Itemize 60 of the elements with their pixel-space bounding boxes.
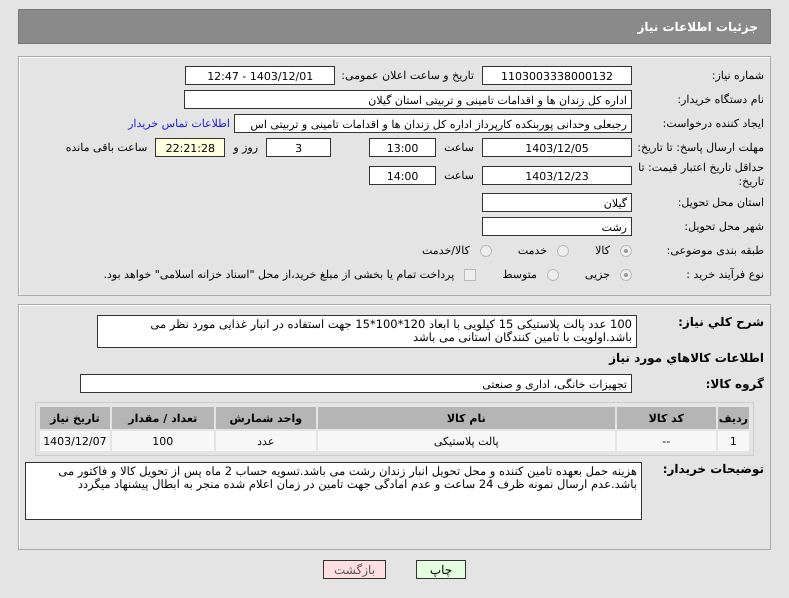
remaining-label: ساعت باقی مانده — [66, 141, 148, 154]
radio-button[interactable] — [546, 268, 559, 280]
column-header: ردیف — [718, 407, 749, 429]
table-cell: 100 — [112, 431, 214, 451]
radio-button[interactable] — [620, 244, 632, 256]
field-label: نام دستگاه خریدار: — [676, 93, 764, 106]
field-label: استان محل تحویل: — [676, 196, 764, 209]
option-label: متوسط — [502, 268, 537, 281]
option-label: کالا — [595, 244, 610, 257]
page-title: جزئیات اطلاعات نیاز — [637, 20, 758, 34]
field-label: ایجاد کننده درخواست: — [662, 117, 764, 130]
validity-date-field[interactable]: 1403/12/23 — [482, 166, 632, 184]
validity-time-field[interactable]: 14:00 — [369, 166, 436, 184]
field-label: نوع فرآیند خرید : — [685, 268, 764, 281]
column-header: تاریخ نیاز — [40, 407, 110, 429]
field-label: مهلت ارسال پاسخ: تا تاریخ: — [636, 140, 764, 154]
column-header: کد کالا — [616, 407, 716, 429]
table-cell: پالت پلاستیکی — [318, 431, 615, 451]
column-header: نام کالا — [318, 407, 615, 429]
option-label: کالا/خدمت — [422, 244, 470, 257]
column-header: واحد شمارش — [216, 407, 316, 429]
table-cell: 1 — [718, 431, 749, 451]
back-button[interactable]: بازگشت — [323, 560, 386, 579]
field-label: طبقه بندی موضوعی: — [666, 244, 764, 257]
table-cell: 1403/12/07 — [40, 431, 110, 451]
option-label: جزیی — [584, 268, 610, 281]
time-label: ساعت — [444, 141, 474, 154]
buyer-notes-textarea[interactable]: هزینه حمل بعهده تامین کننده و محل تحویل انبار زندان رشت می باشد.تسویه حساب 2 ماه پس از تحویل کالا و فاکتور می باشد.عدم ارسال نمونه ظرف 24 ساعت و عدم امادگی جهت تامین در زمان اعلام شده منجر به ابطال پیشنهاد میگردد — [25, 462, 642, 520]
field-label: تاریخ و ساعت اعلان عمومی: — [341, 69, 474, 82]
province-field[interactable]: گیلان — [482, 193, 632, 212]
buyer-field[interactable]: اداره کل زندان ها و اقدامات تامینی و تربیتی استان گیلان — [184, 90, 632, 109]
field-label: شرح کلي نياز: — [677, 315, 764, 329]
radio-button[interactable] — [620, 268, 632, 280]
days-label: روز و — [233, 141, 258, 154]
city-field[interactable]: رشت — [482, 217, 632, 236]
table-cell: -- — [616, 431, 716, 451]
print-button[interactable]: چاپ — [416, 560, 466, 579]
buyer-contact-link[interactable]: اطلاعات تماس خریدار — [128, 117, 230, 130]
remaining-time-field[interactable]: 22:21:28 — [155, 138, 226, 157]
field-label: شماره نیاز: — [710, 69, 764, 82]
requester-field[interactable]: رجبعلی وحدانی پوربنکده کارپرداز اداره کل زندان ها و اقدامات تامینی و تربیتی اس — [234, 114, 632, 133]
option-label: خدمت — [518, 244, 548, 257]
table-cell: عدد — [216, 431, 316, 451]
deadline-date-field[interactable]: 1403/12/05 — [482, 138, 632, 157]
deadline-time-field[interactable]: 13:00 — [369, 138, 436, 157]
checkbox[interactable] — [464, 268, 476, 280]
section-title: اطلاعات کالاهاي مورد نياز — [608, 351, 764, 365]
days-field[interactable]: 3 — [266, 138, 332, 157]
goods-group-field[interactable]: تجهیزات خانگی، اداری و صنعتی — [80, 374, 632, 393]
column-header: تعداد / مقدار — [112, 407, 214, 429]
time-label: ساعت — [444, 168, 474, 182]
field-label: حداقل تاریخ اعتبار قیمت: تا تاریخ: — [637, 161, 764, 189]
radio-button[interactable] — [480, 244, 492, 256]
radio-button[interactable] — [557, 244, 570, 256]
field-label: گروه کالا: — [704, 376, 764, 390]
announce-date-field[interactable]: 1403/12/01 - 12:47 — [185, 66, 336, 85]
description-textarea[interactable]: 100 عدد پالت پلاستیکی 15 کیلویی با ابعاد 120*100*15 جهت استفاده در انبار غذایی مورد نظر می باشد.اولویت با تامین کنندگان استانی می باشد — [97, 315, 637, 348]
option-label: پرداخت تمام یا بخشی از مبلغ خرید،از محل "اسناد خزانه اسلامی" خواهد بود. — [104, 268, 454, 281]
field-label: شهر محل تحویل: — [683, 220, 764, 233]
need-number-field[interactable]: 1103003338000132 — [482, 66, 632, 85]
